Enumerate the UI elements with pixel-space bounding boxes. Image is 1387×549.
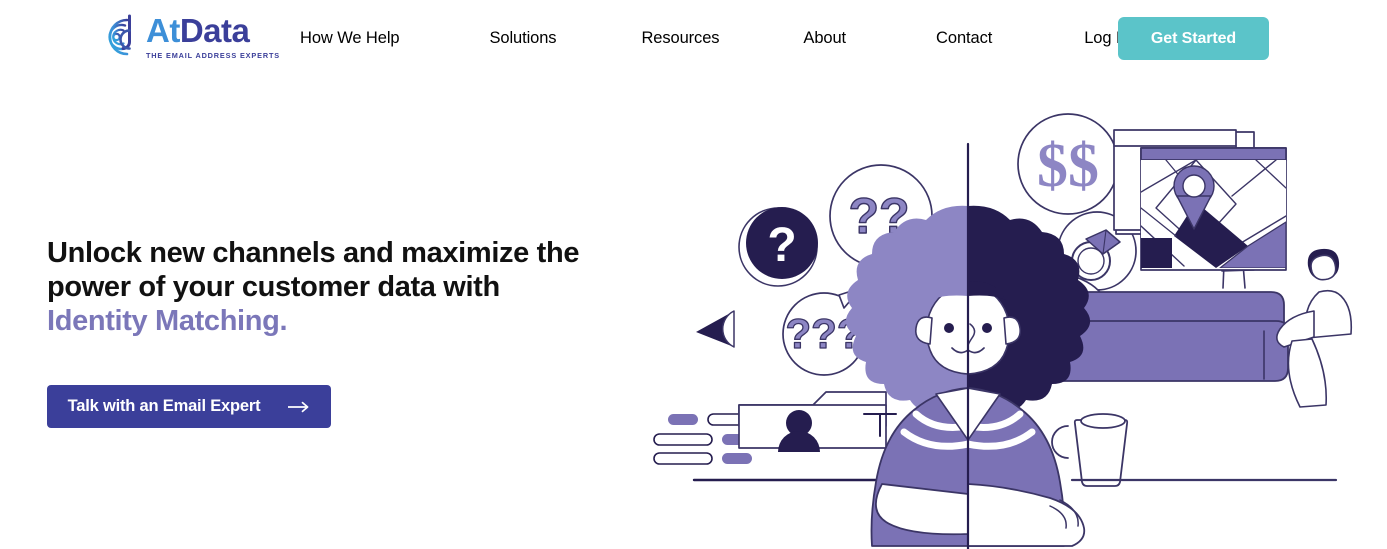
map-window-with-location-pin — [1113, 129, 1287, 271]
get-started-button[interactable]: Get Started — [1118, 17, 1269, 60]
logo-word-data: Data — [179, 12, 250, 49]
at-symbol-logo-icon — [108, 14, 131, 56]
nav-item-about[interactable]: About — [803, 29, 846, 48]
headline-accent: Identity Matching. — [47, 305, 288, 337]
nav-item-how-we-help[interactable]: How We Help — [300, 29, 400, 48]
person-profile-folder-card — [738, 391, 887, 452]
svg-text:$$: $$ — [1037, 132, 1099, 200]
hero-copy: Unlock new channels and maximize the pow… — [47, 236, 607, 338]
logo-wordmark: AtData THE EMAIL ADDRESS EXPERTS — [146, 14, 280, 60]
question-circle-dark: ? — [738, 207, 818, 287]
logo-tagline: THE EMAIL ADDRESS EXPERTS — [146, 51, 280, 60]
arrow-right-icon — [288, 401, 310, 413]
headline-line-2: power of your customer data with — [47, 271, 500, 303]
nav-item-contact[interactable]: Contact — [936, 29, 992, 48]
illustration-canvas: $$ ? ?? ??? — [653, 113, 1353, 549]
page-title: Unlock new channels and maximize the pow… — [47, 236, 607, 338]
map-window-front-panel — [1140, 147, 1287, 271]
site-logo[interactable]: AtData THE EMAIL ADDRESS EXPERTS — [96, 12, 280, 60]
talk-with-an-email-expert-label: Talk with an Email Expert — [67, 397, 261, 415]
svg-text:?: ? — [767, 219, 796, 272]
identity-matching-hero-illustration: $$ ? ?? ??? — [636, 96, 1376, 549]
list-pill-bars — [653, 413, 753, 465]
main-navigation: How We Help Solutions Resources About Co… — [300, 0, 1130, 76]
headline-line-1: Unlock new channels and maximize the — [47, 237, 580, 269]
coffee-mug — [1051, 413, 1129, 487]
triangle-arrow-marker — [696, 310, 735, 348]
nav-item-solutions[interactable]: Solutions — [489, 29, 556, 48]
logo-word-at: At — [146, 12, 180, 49]
site-header: AtData THE EMAIL ADDRESS EXPERTS How We … — [0, 0, 1387, 76]
couch-person-seated — [1276, 248, 1353, 408]
logo-word: AtData — [146, 14, 250, 47]
talk-with-an-email-expert-button[interactable]: Talk with an Email Expert — [47, 385, 331, 428]
nav-item-resources[interactable]: Resources — [641, 29, 719, 48]
hero-page: AtData THE EMAIL ADDRESS EXPERTS How We … — [0, 0, 1387, 549]
